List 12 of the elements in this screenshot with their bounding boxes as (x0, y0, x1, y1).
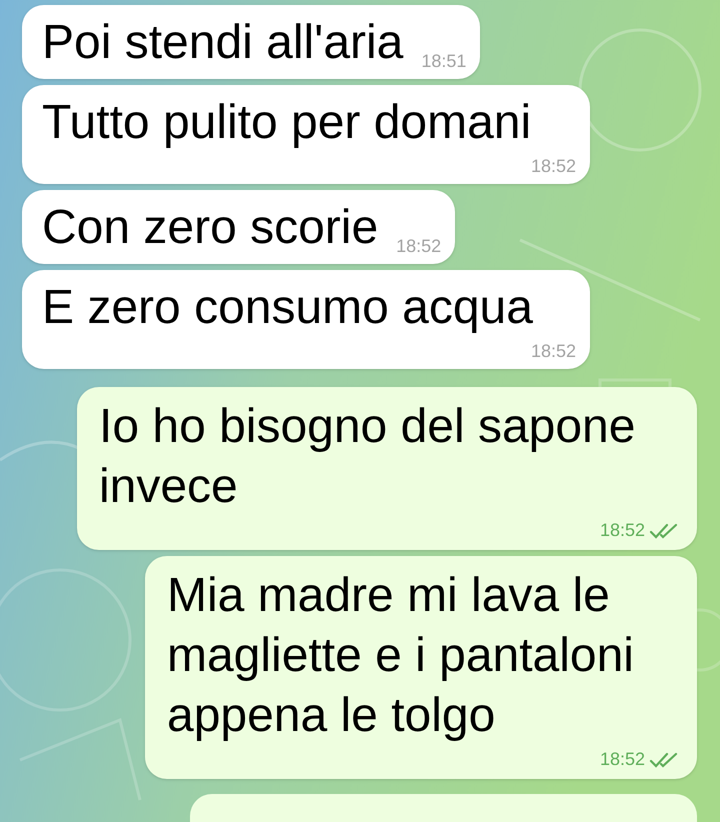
message-time: 18:52 (600, 748, 645, 771)
message-time: 18:52 (530, 155, 576, 178)
message-text: Con zero scorie (42, 200, 378, 256)
message-text: Poi stendi all'aria (42, 15, 404, 71)
message-text: Mia madre mi lava le magliette e i pantaloni appena le tolgo (167, 568, 635, 744)
message-text: E zero consumo acqua (42, 280, 533, 336)
message-time: 18:52 (530, 340, 576, 363)
message-text: Io ho bisogno del sapone invece (99, 399, 636, 515)
message-text: Tutto pulito per domani (42, 95, 532, 151)
message-time: 18:52 (600, 519, 645, 542)
message-time: 18:51 (421, 50, 466, 73)
message-time: 18:52 (396, 235, 442, 258)
